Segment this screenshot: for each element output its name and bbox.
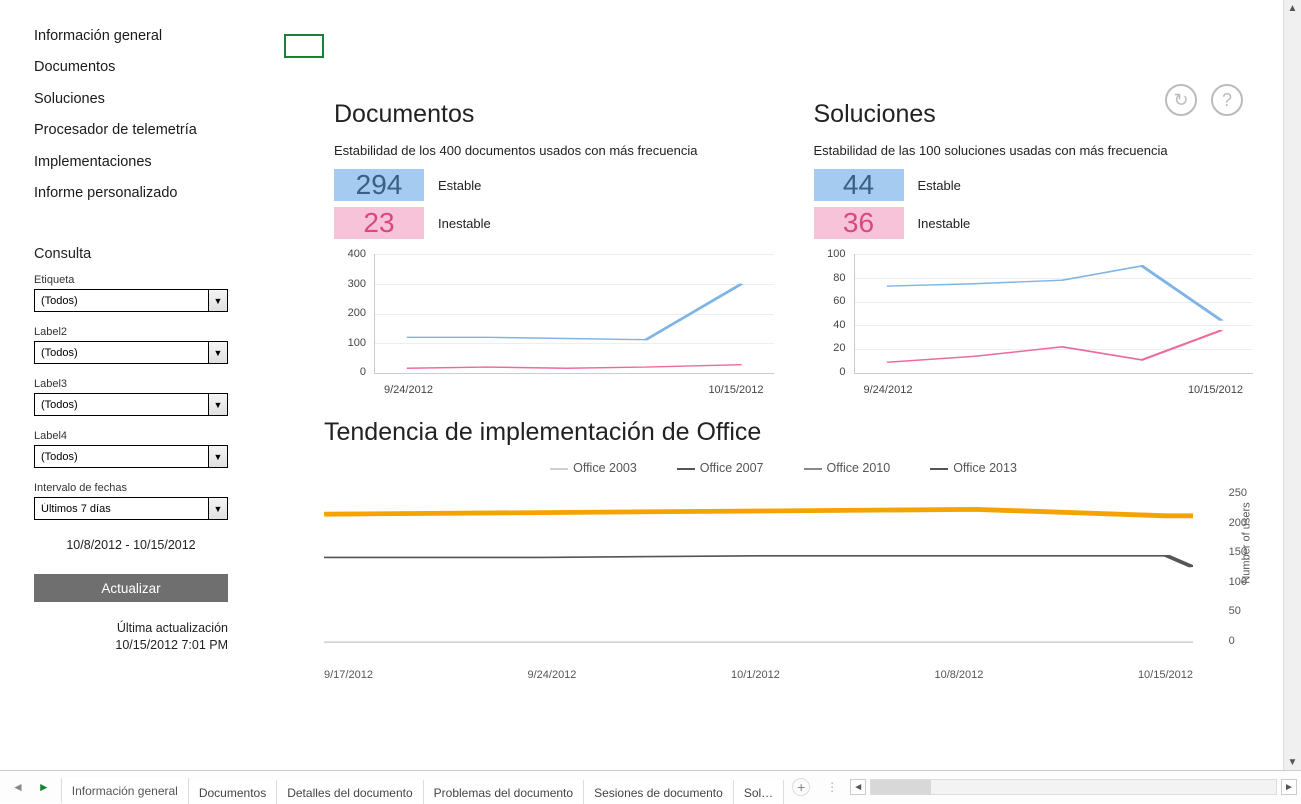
nav-soluciones[interactable]: Soluciones [34, 91, 260, 108]
nav-procesador-telemetria[interactable]: Procesador de telemetría [34, 122, 260, 139]
trend-legend: Office 2003 Office 2007 Office 2010 Offi… [324, 461, 1243, 475]
docs-unstable-count: 23 [334, 207, 424, 239]
sheet-tab[interactable]: Problemas del documento [423, 780, 584, 804]
trend-y-axis-label: Number of users [1240, 502, 1252, 583]
sheet-tab-bar: ◄ ► Información general Documentos Detal… [0, 770, 1301, 803]
scroll-up-icon[interactable]: ▲ [1285, 0, 1301, 16]
sheet-more-icon[interactable]: ⋮ [818, 780, 846, 794]
last-updated-label: Última actualización [34, 620, 228, 636]
help-icon[interactable]: ? [1211, 84, 1243, 116]
sols-stable-count: 44 [814, 169, 904, 201]
filter-etiqueta[interactable] [34, 289, 228, 312]
documents-panel: Documentos Estabilidad de los 400 docume… [334, 100, 774, 408]
actualizar-button[interactable]: Actualizar [34, 574, 228, 602]
sheet-nav-next-icon[interactable]: ► [38, 780, 50, 794]
documents-title: Documentos [334, 100, 774, 129]
cell-selection[interactable] [284, 34, 324, 58]
trend-title: Tendencia de implementación de Office [324, 418, 1243, 447]
trend-chart: 250200150100500 Number of users [324, 487, 1243, 667]
sidebar: Información general Documentos Solucione… [0, 0, 284, 770]
consulta-heading: Consulta [34, 246, 260, 262]
nav-informacion-general[interactable]: Información general [34, 28, 260, 45]
sols-unstable-label: Inestable [918, 216, 971, 231]
nav-documentos[interactable]: Documentos [34, 59, 260, 76]
filter-label-etiqueta: Etiqueta [34, 274, 260, 286]
nav-implementaciones[interactable]: Implementaciones [34, 154, 260, 171]
scroll-down-icon[interactable]: ▼ [1285, 754, 1301, 770]
sheet-tab[interactable]: Documentos [188, 780, 277, 804]
hscroll-left-icon[interactable]: ◄ [850, 779, 866, 795]
solutions-subtitle: Estabilidad de las 100 soluciones usadas… [814, 143, 1254, 158]
filter-label-fechas: Intervalo de fechas [34, 482, 260, 494]
filter-fechas[interactable] [34, 497, 228, 520]
main-area: ↻ ? Documentos Estabilidad de los 400 do… [284, 0, 1283, 770]
filter-label3[interactable] [34, 393, 228, 416]
solutions-chart: 100806040200 9/24/201210/15/2012 [814, 248, 1254, 408]
docs-stable-count: 294 [334, 169, 424, 201]
add-sheet-icon[interactable]: + [792, 778, 810, 796]
filter-label4[interactable] [34, 445, 228, 468]
horizontal-scrollbar[interactable]: ◄ ► [846, 771, 1301, 803]
sheet-nav-prev-icon[interactable]: ◄ [12, 780, 24, 794]
sols-stable-label: Estable [918, 178, 961, 193]
hscroll-right-icon[interactable]: ► [1281, 779, 1297, 795]
solutions-panel: Soluciones Estabilidad de las 100 soluci… [814, 100, 1254, 408]
filter-label2[interactable] [34, 341, 228, 364]
filter-label-label3: Label3 [34, 378, 260, 390]
sheet-tab[interactable]: Detalles del documento [276, 780, 423, 804]
docs-unstable-label: Inestable [438, 216, 491, 231]
date-range-text: 10/8/2012 - 10/15/2012 [34, 538, 228, 552]
last-updated-value: 10/15/2012 7:01 PM [34, 637, 228, 653]
sheet-tab[interactable]: Información general [61, 778, 189, 804]
trend-panel: Tendencia de implementación de Office Of… [324, 418, 1243, 681]
sheet-tab[interactable]: Sesiones de documento [583, 780, 734, 804]
refresh-icon[interactable]: ↻ [1165, 84, 1197, 116]
nav-informe-personalizado[interactable]: Informe personalizado [34, 185, 260, 202]
sheet-tab[interactable]: Sol… [733, 780, 784, 804]
filter-label-label4: Label4 [34, 430, 260, 442]
nav-list: Información general Documentos Solucione… [34, 28, 260, 216]
sols-unstable-count: 36 [814, 207, 904, 239]
documents-chart: 4003002001000 9/24/201210/15/2012 [334, 248, 774, 408]
filter-label-label2: Label2 [34, 326, 260, 338]
documents-subtitle: Estabilidad de los 400 documentos usados… [334, 143, 774, 158]
docs-stable-label: Estable [438, 178, 481, 193]
vertical-scrollbar[interactable]: ▲ ▼ [1283, 0, 1301, 770]
